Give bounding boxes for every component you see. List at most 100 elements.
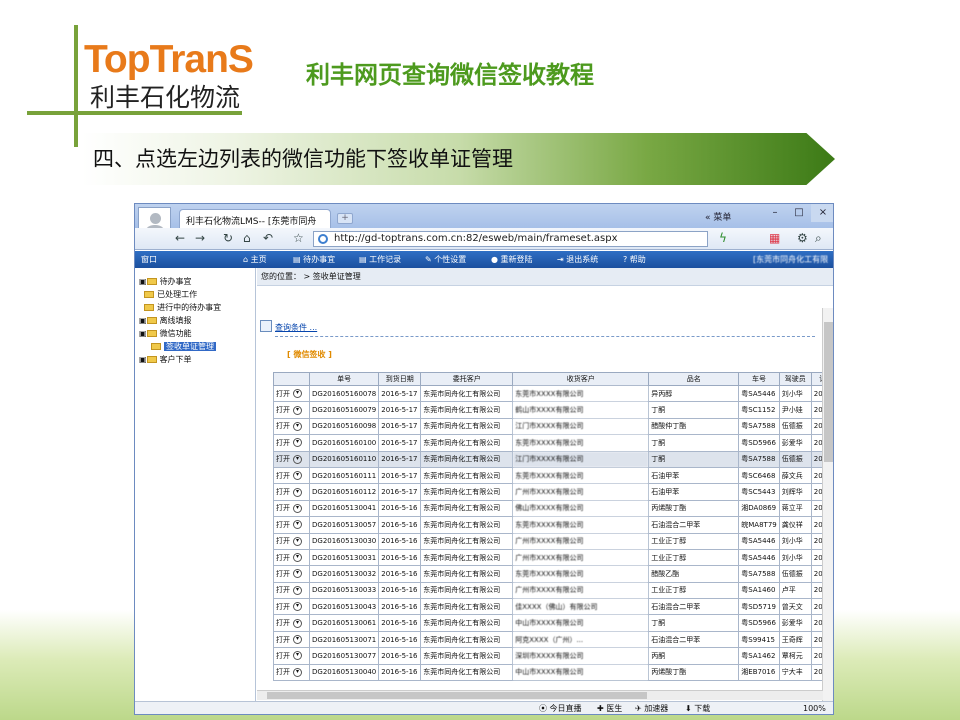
- sidebar-item-sign-docs[interactable]: 签收单证管理: [151, 341, 216, 352]
- table-row[interactable]: 打开 ▾ DG201605130057 2016-5-16 东莞市同舟化工有限公司 东莞市…: [273, 516, 833, 534]
- chevron-down-icon[interactable]: ▾: [293, 553, 302, 563]
- open-action[interactable]: 打开 ▾: [273, 466, 310, 485]
- star-icon[interactable]: ☆: [293, 231, 304, 246]
- sidebar-item-done[interactable]: 已处理工作: [139, 289, 197, 300]
- restore-button[interactable]: □: [787, 204, 811, 222]
- open-action[interactable]: 打开 ▾: [273, 614, 310, 632]
- sidebar-item-offline[interactable]: ▣ 离线填报: [139, 315, 192, 326]
- sidebar-item-in-progress[interactable]: 进行中的待办事宜: [139, 302, 221, 313]
- query-icon[interactable]: [260, 320, 272, 332]
- chevron-down-icon[interactable]: ▾: [293, 520, 302, 530]
- chevron-down-icon[interactable]: ▾: [293, 389, 302, 399]
- chevron-down-icon[interactable]: ▾: [293, 536, 302, 546]
- chevron-down-icon[interactable]: ▾: [293, 438, 302, 448]
- menu-relogin[interactable]: ● 重新登陆: [491, 251, 533, 268]
- scroll-thumb[interactable]: [824, 322, 833, 462]
- table-row[interactable]: 打开 ▾ DG201605130071 2016-5-16 东莞市同舟化工有限公司 阿克X…: [273, 630, 833, 649]
- open-action[interactable]: 打开 ▾: [273, 401, 310, 419]
- open-action[interactable]: 打开 ▾: [273, 516, 310, 534]
- col-product[interactable]: 品名: [648, 372, 740, 386]
- chevron-down-icon[interactable]: ▾: [293, 569, 302, 579]
- open-action[interactable]: 打开 ▾: [273, 663, 310, 682]
- open-link[interactable]: 打开: [276, 586, 290, 594]
- back-icon[interactable]: ←: [175, 231, 185, 246]
- download-button[interactable]: ⬇ 下载: [685, 702, 710, 714]
- open-link[interactable]: 打开: [276, 455, 290, 463]
- forward-icon[interactable]: →: [195, 231, 205, 246]
- col-no[interactable]: 单号: [308, 372, 380, 386]
- table-row[interactable]: 打开 ▾ DG201605130077 2016-5-16 东莞市同舟化工有限公司 深圳市…: [273, 647, 833, 665]
- open-action[interactable]: 打开 ▾: [273, 630, 310, 649]
- open-link[interactable]: 打开: [276, 619, 290, 627]
- col-date[interactable]: 到货日期: [378, 372, 422, 386]
- chevron-down-icon[interactable]: ▾: [293, 503, 302, 513]
- chevron-down-icon[interactable]: ▾: [293, 471, 302, 481]
- open-link[interactable]: 打开: [276, 406, 290, 414]
- table-row[interactable]: 打开 ▾ DG201605160110 2016-5-17 东莞市同舟化工有限公司 江门市…: [273, 450, 833, 468]
- vertical-scrollbar[interactable]: [822, 308, 833, 712]
- zoom-level[interactable]: 100%: [803, 702, 826, 714]
- table-row[interactable]: 打开 ▾ DG201605130032 2016-5-16 东莞市同舟化工有限公司 东莞市…: [273, 565, 833, 583]
- open-link[interactable]: 打开: [276, 472, 290, 480]
- gear-icon[interactable]: ⚙: [797, 231, 808, 246]
- undo-icon[interactable]: ↶: [263, 231, 273, 246]
- open-link[interactable]: 打开: [276, 439, 290, 447]
- menu-button[interactable]: « 菜单: [705, 210, 731, 223]
- chevron-down-icon[interactable]: ▾: [293, 635, 302, 645]
- menu-personal[interactable]: ✎ 个性设置: [425, 251, 466, 268]
- open-link[interactable]: 打开: [276, 603, 290, 611]
- menu-worklog[interactable]: ▤ 工作记录: [359, 251, 401, 268]
- table-row[interactable]: 打开 ▾ DG201605160100 2016-5-17 东莞市同舟化工有限公司 东莞市…: [273, 434, 833, 452]
- live-button[interactable]: ⦿ 今日直播: [539, 702, 582, 714]
- apps-icon[interactable]: ▦: [769, 231, 780, 246]
- open-link[interactable]: 打开: [276, 488, 290, 496]
- chevron-down-icon[interactable]: ▾: [293, 585, 302, 595]
- open-link[interactable]: 打开: [276, 554, 290, 562]
- sidebar-item-wechat[interactable]: ▣ 微信功能: [139, 328, 192, 339]
- table-row[interactable]: 打开 ▾ DG201605130041 2016-5-16 东莞市同舟化工有限公司 佛山市…: [273, 499, 833, 518]
- table-row[interactable]: 打开 ▾ DG201605160111 2016-5-17 东莞市同舟化工有限公司 东莞市…: [273, 466, 833, 485]
- col-client[interactable]: 委托客户: [420, 372, 514, 386]
- chevron-down-icon[interactable]: ▾: [293, 651, 302, 661]
- accelerator-button[interactable]: ✈ 加速器: [635, 702, 668, 714]
- open-link[interactable]: 打开: [276, 668, 290, 676]
- open-action[interactable]: 打开 ▾: [273, 581, 310, 600]
- open-action[interactable]: 打开 ▾: [273, 483, 310, 501]
- open-link[interactable]: 打开: [276, 570, 290, 578]
- home-icon[interactable]: ⌂: [243, 231, 251, 246]
- open-action[interactable]: 打开 ▾: [273, 598, 310, 616]
- col-consignee[interactable]: 收货客户: [512, 372, 650, 386]
- table-row[interactable]: 打开 ▾ DG201605160078 2016-5-17 东莞市同舟化工有限公司 东莞市…: [273, 384, 833, 403]
- open-link[interactable]: 打开: [276, 521, 290, 529]
- menu-home[interactable]: ⌂ 主页: [243, 251, 267, 268]
- table-row[interactable]: 打开 ▾ DG201605160098 2016-5-17 东莞市同舟化工有限公司 江门市…: [273, 417, 833, 436]
- table-row[interactable]: 打开 ▾ DG201605130061 2016-5-16 东莞市同舟化工有限公司 中山市…: [273, 614, 833, 632]
- table-row[interactable]: 打开 ▾ DG201605130033 2016-5-16 东莞市同舟化工有限公司 广州市…: [273, 581, 833, 600]
- open-action[interactable]: 打开 ▾: [273, 417, 310, 436]
- table-row[interactable]: 打开 ▾ DG201605130031 2016-5-16 东莞市同舟化工有限公司 广州市…: [273, 548, 833, 567]
- menu-help[interactable]: ? 帮助: [623, 251, 646, 268]
- open-link[interactable]: 打开: [276, 390, 290, 398]
- sidebar-item-todo[interactable]: ▣ 待办事宜: [139, 276, 192, 287]
- table-row[interactable]: 打开 ▾ DG201605130043 2016-5-16 东莞市同舟化工有限公司 佳XX…: [273, 598, 833, 616]
- new-tab-button[interactable]: +: [337, 213, 353, 224]
- open-action[interactable]: 打开 ▾: [273, 548, 310, 567]
- open-link[interactable]: 打开: [276, 422, 290, 430]
- table-row[interactable]: 打开 ▾ DG201605160112 2016-5-17 东莞市同舟化工有限公司 广州市…: [273, 483, 833, 501]
- chevron-down-icon[interactable]: ▾: [293, 602, 302, 612]
- minimize-button[interactable]: –: [763, 204, 787, 222]
- open-action[interactable]: 打开 ▾: [273, 647, 310, 665]
- chevron-down-icon[interactable]: ▾: [293, 618, 302, 628]
- lightning-icon[interactable]: ϟ: [719, 231, 727, 246]
- table-row[interactable]: 打开 ▾ DG201605160079 2016-5-17 东莞市同舟化工有限公司 鹤山市…: [273, 401, 833, 419]
- col-driver[interactable]: 驾驶员: [778, 372, 812, 386]
- open-action[interactable]: 打开 ▾: [273, 384, 310, 403]
- open-action[interactable]: 打开 ▾: [273, 450, 310, 468]
- scroll-thumb[interactable]: [267, 692, 647, 699]
- query-link[interactable]: 查询条件 ...: [275, 322, 317, 333]
- menu-logout[interactable]: ⇥ 退出系统: [557, 251, 598, 268]
- browser-tab[interactable]: 利丰石化物流LMS-- [东莞市同舟: [179, 209, 331, 229]
- chevron-down-icon[interactable]: ▾: [293, 454, 302, 464]
- open-link[interactable]: 打开: [276, 652, 290, 660]
- table-row[interactable]: 打开 ▾ DG201605130040 2016-5-16 东莞市同舟化工有限公司 中山市…: [273, 663, 833, 682]
